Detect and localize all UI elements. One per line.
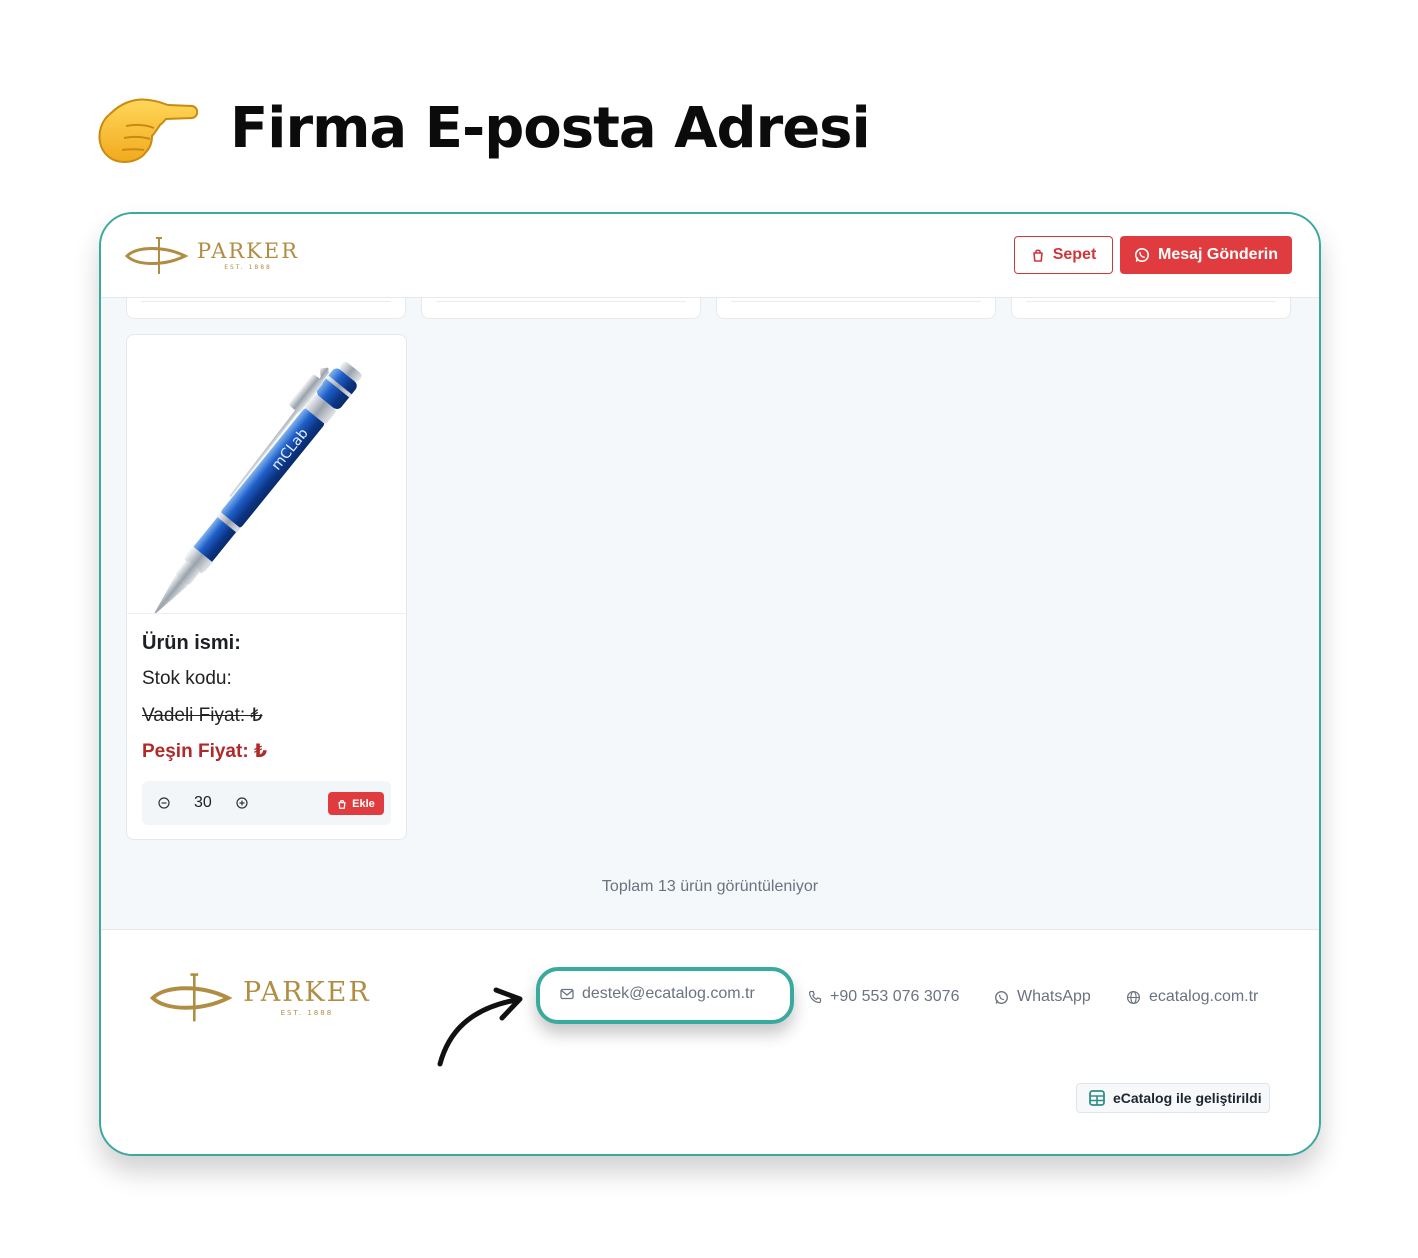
footer-email-link[interactable]: destek@ecatalog.com.tr <box>560 985 755 1003</box>
send-message-button[interactable]: Mesaj Gönderin <box>1120 236 1292 274</box>
footer-phone-link[interactable]: +90 553 076 3076 <box>808 988 959 1006</box>
mail-icon <box>560 988 574 1000</box>
add-to-cart-button[interactable]: Ekle <box>328 792 384 815</box>
whatsapp-icon <box>1134 248 1149 262</box>
term-price-label: Vadeli Fiyat: ₺ <box>142 705 263 726</box>
globe-icon <box>1126 990 1141 1004</box>
quantity-value[interactable]: 30 <box>194 794 212 812</box>
footer: PARKER EST. 1888 destek@ecatalog.com.tr … <box>101 929 1319 1154</box>
quantity-stepper: 30 Ekle <box>142 781 391 825</box>
footer-website-link[interactable]: ecatalog.com.tr <box>1126 988 1258 1006</box>
parker-arrow-logo-icon <box>125 237 189 274</box>
add-button-label: Ekle <box>352 797 375 810</box>
ecatalog-badge[interactable]: eCatalog ile geliştirildi <box>1076 1083 1270 1113</box>
pointing-hand-icon <box>98 98 199 164</box>
whatsapp-icon <box>995 990 1008 1004</box>
brand-name: PARKER <box>197 239 300 263</box>
brand-logo[interactable]: PARKER EST. 1888 <box>125 236 299 276</box>
plus-circle-icon[interactable] <box>236 797 248 809</box>
footer-brand-logo[interactable]: PARKER EST. 1888 <box>149 972 371 1024</box>
app-window: PARKER EST. 1888 Sepet Mesaj Gönderin mC… <box>99 212 1321 1156</box>
brand-est: EST. 1888 <box>224 264 272 271</box>
shopping-bag-icon <box>1032 249 1043 262</box>
website-text: ecatalog.com.tr <box>1149 988 1259 1005</box>
phone-icon <box>808 990 822 1004</box>
footer-brand-name: PARKER <box>243 977 371 1008</box>
stock-code-label: Stok kodu: <box>142 668 232 689</box>
send-message-label: Mesaj Gönderin <box>1157 246 1279 263</box>
whatsapp-text: WhatsApp <box>1017 988 1091 1005</box>
parker-arrow-logo-icon <box>149 973 233 1022</box>
grid-logo-icon <box>1089 1090 1105 1106</box>
email-highlight: destek@ecatalog.com.tr <box>536 967 794 1024</box>
footer-brand-est: EST. 1888 <box>280 1009 334 1017</box>
cart-button-label: Sepet <box>1052 246 1097 263</box>
shopping-bag-icon <box>338 799 346 809</box>
annotation-arrow-icon <box>437 987 523 1067</box>
phone-text: +90 553 076 3076 <box>830 988 960 1005</box>
product-count-text: Toplam 13 ürün görüntüleniyor <box>601 878 819 895</box>
footer-whatsapp-link[interactable]: WhatsApp <box>994 988 1091 1006</box>
minus-circle-icon[interactable] <box>158 797 170 809</box>
product-image[interactable]: mCLab <box>127 335 406 614</box>
cash-price-label: Peşin Fiyat: ₺ <box>142 741 268 762</box>
page-headline: Firma E-posta Adresi <box>96 88 871 168</box>
page-title: Firma E-posta Adresi <box>230 95 871 161</box>
badge-text: eCatalog ile geliştirildi <box>1113 1090 1262 1106</box>
cart-button[interactable]: Sepet <box>1014 236 1113 274</box>
pen-image: mCLab <box>153 361 362 613</box>
top-navbar: PARKER EST. 1888 Sepet Mesaj Gönderin <box>101 214 1319 298</box>
product-name-label: Ürün ismi: <box>142 632 241 654</box>
product-card: mCLab Ürün ismi: Stok kodu: Vadeli Fiyat… <box>126 334 407 840</box>
email-text: destek@ecatalog.com.tr <box>582 985 755 1002</box>
